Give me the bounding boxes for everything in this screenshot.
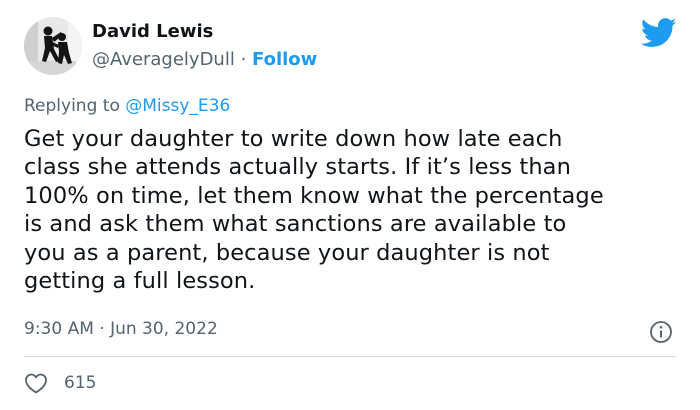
avatar-image [24,17,82,75]
author-avatar[interactable] [24,17,82,75]
tweet-text: Get your daughter to write down how late… [24,126,604,295]
replying-to: Replying to @Missy_E36 [24,96,230,116]
tweet-timestamp[interactable]: 9:30 AM · Jun 30, 2022 [24,319,218,339]
heart-icon [25,373,47,394]
info-icon[interactable] [649,320,673,344]
like-count: 615 [64,373,97,393]
divider [24,356,676,357]
author-name[interactable]: David Lewis [92,21,213,42]
author-handle[interactable]: @AveragelyDull [92,49,235,70]
author-handle-line: @AveragelyDull · Follow [92,49,317,70]
handle-separator: · [234,49,253,70]
follow-button[interactable]: Follow [252,49,317,70]
like-button[interactable]: 615 [24,371,96,395]
twitter-bird-icon[interactable] [641,18,677,48]
replying-to-mention[interactable]: @Missy_E36 [125,96,230,116]
replying-prefix: Replying to [24,96,126,116]
